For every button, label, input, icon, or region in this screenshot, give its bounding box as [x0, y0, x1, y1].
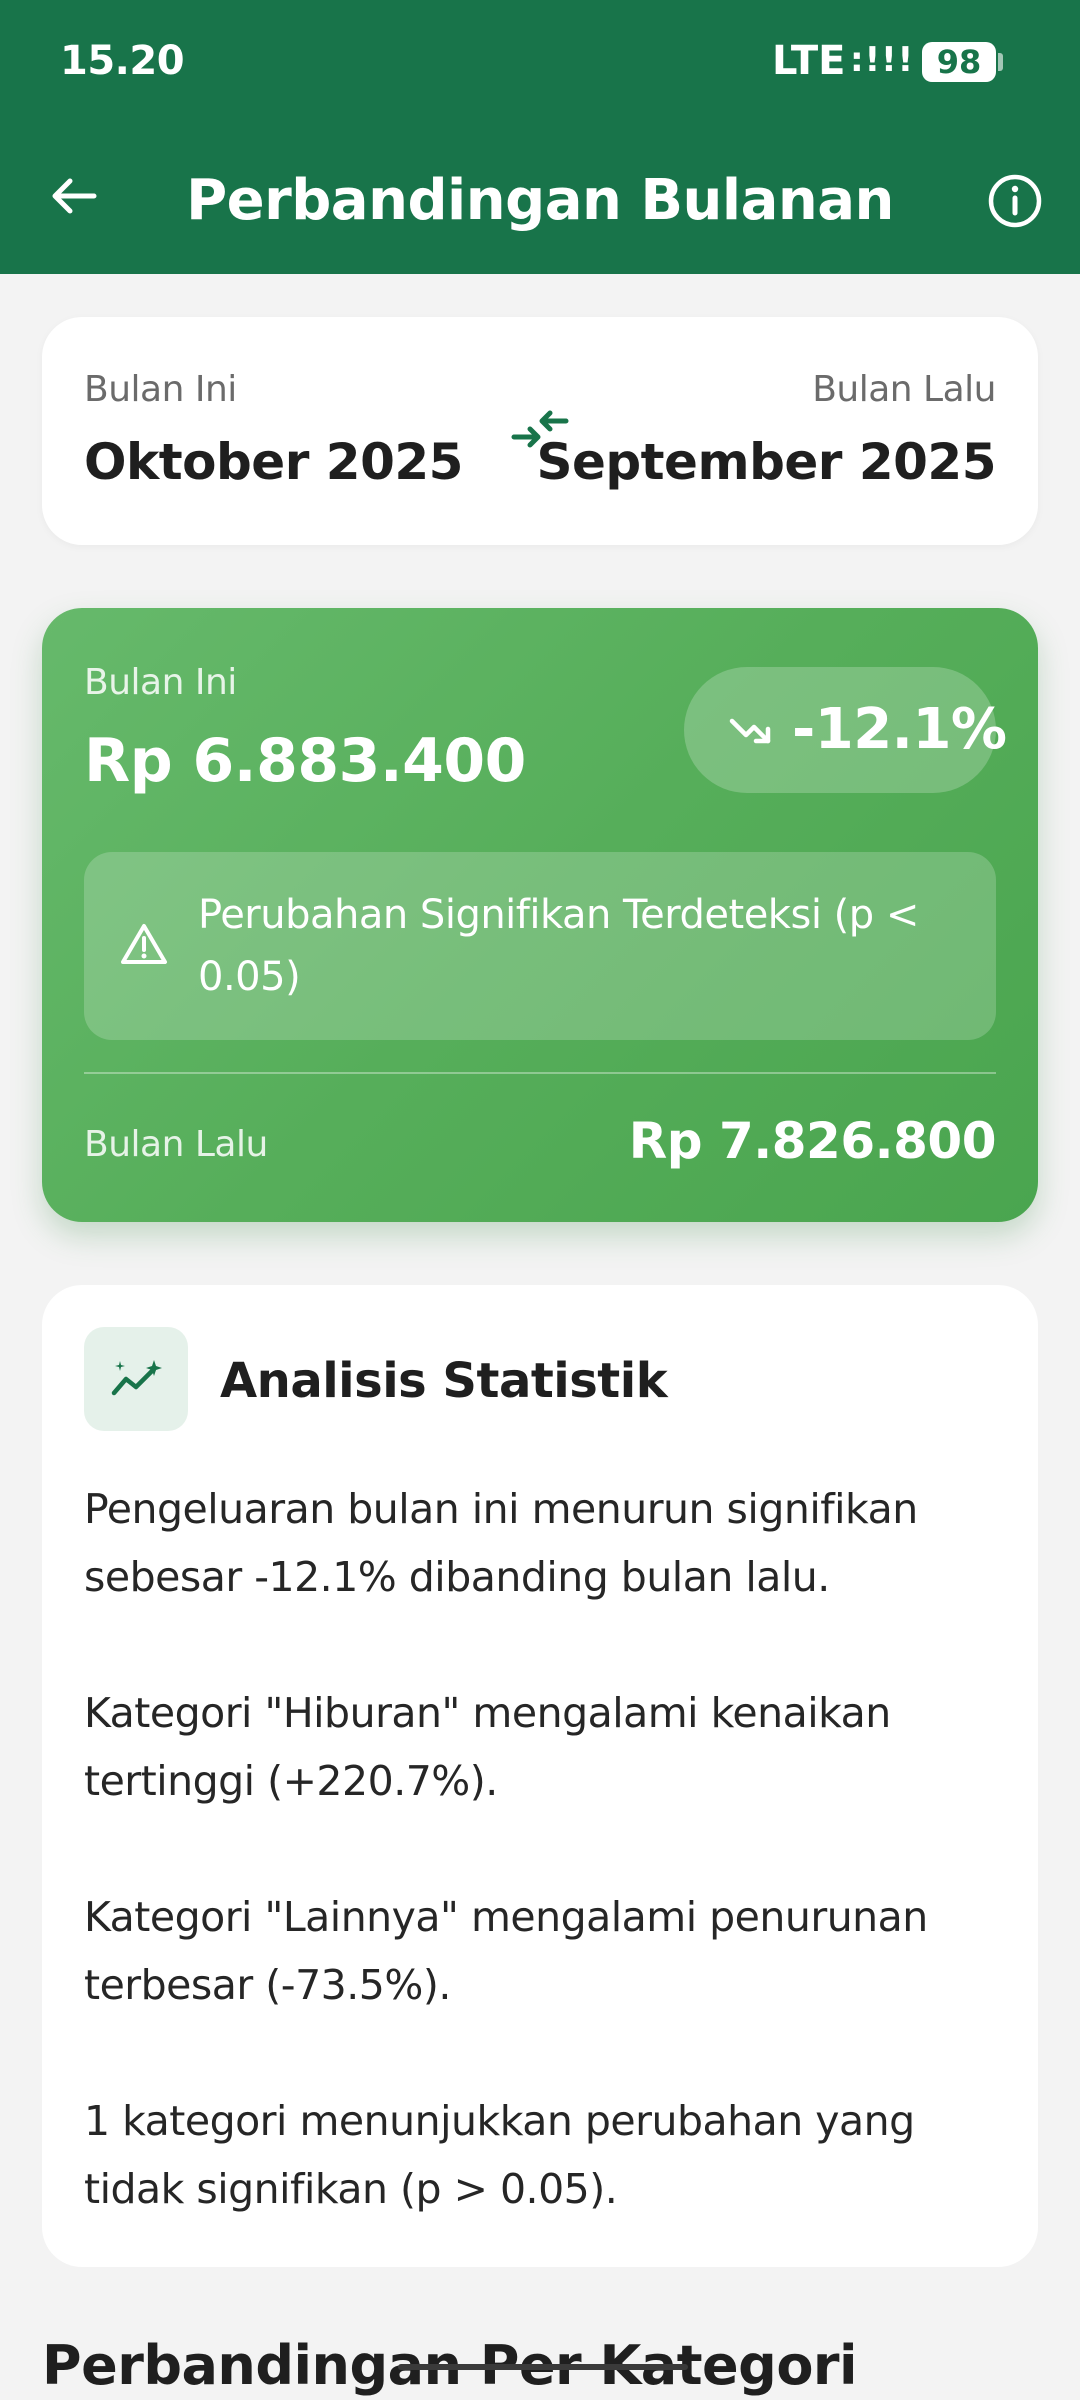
battery-icon: 98: [922, 42, 996, 82]
previous-month-value[interactable]: September 2025: [536, 433, 996, 491]
info-button[interactable]: [984, 170, 1046, 232]
month-selector-card[interactable]: Bulan Ini Oktober 2025 Bulan Lalu Septem…: [42, 317, 1038, 545]
previous-total-label: Bulan Lalu: [84, 1124, 268, 1165]
trending-down-icon: [729, 718, 771, 744]
current-month-label: Bulan Ini: [84, 369, 237, 410]
current-total-amount: Rp 6.883.400: [84, 726, 526, 796]
previous-total-amount: Rp 7.826.800: [628, 1112, 997, 1170]
analysis-icon-box: [84, 1327, 188, 1431]
previous-month-label: Bulan Lalu: [812, 369, 996, 410]
statistical-analysis-card: Analisis Statistik Pengeluaran bulan ini…: [42, 1285, 1038, 2267]
sparkle-chart-icon: [111, 1360, 162, 1396]
page-title: Perbandingan Bulanan: [186, 168, 894, 233]
info-icon: [988, 174, 1042, 228]
current-total-label: Bulan Ini: [84, 662, 237, 703]
change-percent: -12.1%: [792, 697, 1007, 762]
app-bar: 15.20 LTE :!!! 98 Perbandingan Bulanan: [0, 0, 1080, 274]
warning-triangle-icon: [121, 924, 167, 964]
significance-text: Perubahan Signifikan Terdeteksi (p < 0.0…: [198, 892, 919, 1000]
analysis-paragraph: Kategori "Hiburan" mengalami kenaikan te…: [84, 1689, 891, 1805]
signal-icon: :!!!: [850, 40, 915, 80]
analysis-paragraph: Pengeluaran bulan ini menurun signifikan…: [84, 1485, 918, 1601]
battery-tip: [998, 53, 1003, 71]
analysis-body: Pengeluaran bulan ini menurun signifikan…: [84, 1475, 996, 2223]
current-month-value[interactable]: Oktober 2025: [84, 433, 463, 491]
change-badge: -12.1%: [684, 667, 1007, 793]
network-type: LTE: [772, 38, 846, 84]
status-bar: 15.20 LTE :!!! 98: [0, 0, 1080, 128]
summary-card: Bulan Ini Rp 6.883.400 -12.1% Perubahan …: [42, 608, 1038, 1222]
significance-alert: Perubahan Signifikan Terdeteksi (p < 0.0…: [84, 852, 996, 1040]
analysis-paragraph: Kategori "Lainnya" mengalami penurunan t…: [84, 1893, 928, 2009]
status-time: 15.20: [60, 38, 185, 84]
divider: [84, 1072, 996, 1074]
analysis-title: Analisis Statistik: [220, 1353, 668, 1409]
scroll-overlay-line: [398, 2364, 688, 2370]
analysis-paragraph: 1 kategori menunjukkan perubahan yang ti…: [84, 2097, 915, 2213]
